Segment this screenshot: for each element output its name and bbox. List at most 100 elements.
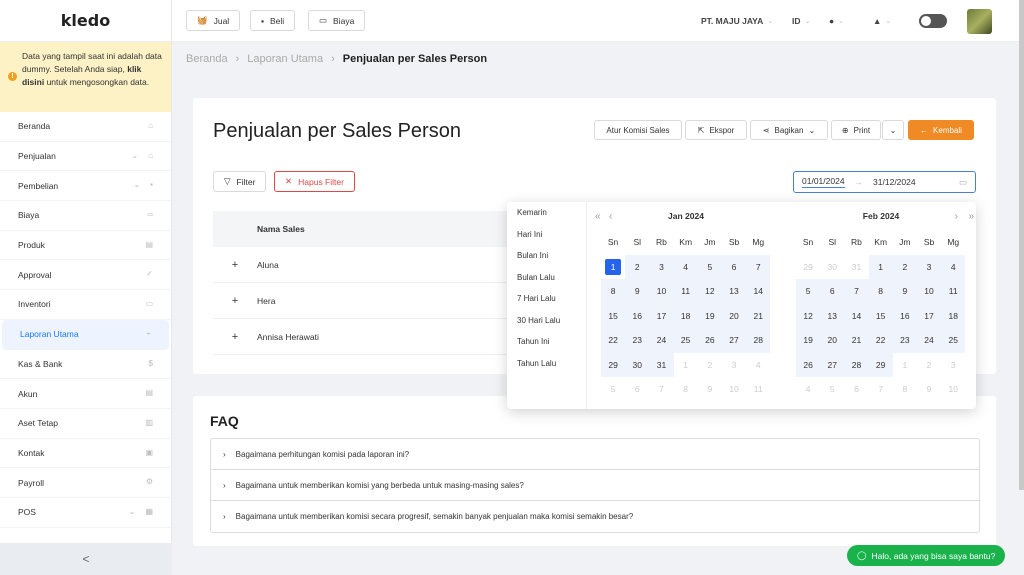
table-row[interactable]: + Aluna xyxy=(213,247,533,283)
calendar-day[interactable]: 24 xyxy=(649,328,674,353)
avatar[interactable] xyxy=(967,9,992,34)
sidebar-item-approval[interactable]: Approval ✓ xyxy=(0,260,171,291)
calendar-day[interactable]: 4 xyxy=(673,254,698,279)
calendar-day[interactable]: 6 xyxy=(844,377,868,402)
calendar-day[interactable]: 7 xyxy=(649,377,673,402)
calendar-day[interactable]: 23 xyxy=(625,328,650,353)
calendar-day[interactable]: 3 xyxy=(722,353,746,378)
faq-item[interactable]: › Bagaimana perhitungan komisi pada lapor… xyxy=(211,439,979,470)
atur-komisi-button[interactable]: Atur Komisi Sales xyxy=(594,120,682,140)
sidebar-item-akun[interactable]: Akun ▤ xyxy=(0,379,171,409)
filter-button[interactable]: ▽ Filter xyxy=(213,171,267,192)
calendar-day[interactable]: 6 xyxy=(721,254,747,279)
calendar-day[interactable]: 3 xyxy=(649,254,674,279)
date-preset-option[interactable]: Hari Ini xyxy=(507,224,586,246)
calendar-day[interactable]: 5 xyxy=(820,377,844,402)
calendar-day[interactable]: 10 xyxy=(722,377,746,402)
faq-item[interactable]: › Bagaimana untuk memberikan komisi yang … xyxy=(211,470,979,501)
date-preset-option[interactable]: 30 Hari Lalu xyxy=(507,310,586,332)
faq-item[interactable]: › Bagaimana untuk memberikan komisi secar… xyxy=(211,501,979,532)
calendar-day[interactable]: 10 xyxy=(916,279,942,304)
calendar-day[interactable]: 23 xyxy=(892,328,917,353)
date-preset-option[interactable]: 7 Hari Lalu xyxy=(507,288,586,310)
calendar-day[interactable]: 2 xyxy=(698,353,722,378)
sidebar-item-aset-tetap[interactable]: Aset Tetap ▥ xyxy=(0,409,171,439)
calendar-day[interactable]: 29 xyxy=(796,255,820,280)
next-month-icon[interactable]: › xyxy=(955,211,958,222)
calendar-day[interactable]: 4 xyxy=(941,254,966,279)
calendar-day[interactable]: 15 xyxy=(601,303,626,328)
calendar-day[interactable]: 21 xyxy=(746,303,771,328)
calendar-day[interactable]: 18 xyxy=(673,303,698,328)
calendar-day[interactable]: 8 xyxy=(601,279,626,304)
calendar-day[interactable]: 22 xyxy=(868,328,893,353)
language-dropdown[interactable]: ID ⌄ xyxy=(792,0,810,42)
calendar-day[interactable]: 8 xyxy=(674,377,698,402)
kembali-button[interactable]: ← Kembali xyxy=(908,120,974,140)
month-title[interactable]: Jan 2024 xyxy=(668,211,704,221)
sidebar-item-laporan-utama[interactable]: Laporan Utama ⌁ xyxy=(2,319,169,350)
help-chat-button[interactable]: ◯ Halo, ada yang bisa saya bantu? xyxy=(847,545,1006,566)
calendar-day[interactable]: 6 xyxy=(820,279,845,304)
calendar-day[interactable]: 10 xyxy=(649,279,674,304)
calendar-day[interactable]: 24 xyxy=(916,328,942,353)
calendar-day[interactable]: 2 xyxy=(917,353,941,378)
date-preset-option[interactable]: Tahun Lalu xyxy=(507,353,586,375)
calendar-day[interactable]: 7 xyxy=(844,279,869,304)
print-options-button[interactable]: ⌄ xyxy=(882,120,904,140)
calendar-day[interactable]: 25 xyxy=(941,328,966,353)
sidebar-item-produk[interactable]: Produk ▤ xyxy=(0,231,171,261)
table-row[interactable]: + Hera xyxy=(213,283,533,319)
history-dropdown[interactable]: ● ⌄ xyxy=(829,0,844,42)
calendar-day[interactable]: 13 xyxy=(721,279,747,304)
ekspor-button[interactable]: ⇱ Ekspor xyxy=(685,120,747,140)
expand-row-icon[interactable]: + xyxy=(213,295,257,307)
calendar-day[interactable]: 22 xyxy=(601,328,626,353)
sidebar-item-payroll[interactable]: Payroll ⚙ xyxy=(0,468,171,498)
logo[interactable]: kledo xyxy=(0,0,171,42)
calendar-day[interactable]: 9 xyxy=(625,279,650,304)
calendar-day[interactable]: 19 xyxy=(796,328,821,353)
theme-toggle[interactable] xyxy=(919,14,947,28)
calendar-day[interactable]: 20 xyxy=(721,303,747,328)
scrollbar[interactable] xyxy=(1019,0,1024,490)
expand-row-icon[interactable]: + xyxy=(213,331,257,343)
table-row[interactable]: + Annisa Herawati xyxy=(213,319,533,355)
calendar-day[interactable]: 11 xyxy=(673,279,698,304)
calendar-day[interactable]: 12 xyxy=(697,279,722,304)
company-dropdown[interactable]: PT. MAJU JAYA ⌄ xyxy=(701,0,773,42)
sidebar-item-pos[interactable]: POS ⌄ ▦ xyxy=(0,498,171,528)
calendar-day[interactable]: 29 xyxy=(868,352,893,377)
calendar-day[interactable]: 3 xyxy=(916,254,942,279)
calendar-day[interactable]: 17 xyxy=(649,303,674,328)
calendar-day[interactable]: 27 xyxy=(820,352,845,377)
calendar-day[interactable]: 9 xyxy=(698,377,722,402)
calendar-day[interactable]: 26 xyxy=(697,328,722,353)
calendar-day[interactable]: 1 xyxy=(868,254,893,279)
calendar-day[interactable]: 4 xyxy=(796,377,820,402)
calendar-day[interactable]: 7 xyxy=(746,254,771,279)
calendar-day[interactable]: 8 xyxy=(893,377,917,402)
sidebar-item-pembelian[interactable]: Pembelian ⌄ ▪ xyxy=(0,171,171,202)
calendar-day[interactable]: 25 xyxy=(673,328,698,353)
calendar-day[interactable]: 30 xyxy=(820,255,844,280)
calendar-day[interactable]: 13 xyxy=(820,303,845,328)
calendar-day[interactable]: 11 xyxy=(941,279,966,304)
calendar-day[interactable]: 1 xyxy=(893,353,917,378)
notifications-dropdown[interactable]: ▲ ⌄ xyxy=(873,0,891,42)
calendar-day[interactable]: 21 xyxy=(844,328,869,353)
calendar-day[interactable]: 9 xyxy=(917,377,941,402)
calendar-day[interactable]: 26 xyxy=(796,352,821,377)
calendar-day[interactable]: 2 xyxy=(892,254,917,279)
calendar-day[interactable]: 5 xyxy=(796,279,821,304)
month-title[interactable]: Feb 2024 xyxy=(863,211,899,221)
sidebar-item-inventori[interactable]: Inventori ▭ xyxy=(0,290,171,320)
calendar-day[interactable]: 17 xyxy=(916,303,942,328)
calendar-day[interactable]: 6 xyxy=(625,377,649,402)
end-date-input[interactable]: 31/12/2024 xyxy=(873,177,916,187)
jual-button[interactable]: 🧺 Jual xyxy=(186,10,241,31)
calendar-day[interactable]: 10 xyxy=(941,377,965,402)
calendar-day[interactable]: 15 xyxy=(868,303,893,328)
calendar-day[interactable]: 14 xyxy=(746,279,771,304)
calendar-day[interactable]: 19 xyxy=(697,303,722,328)
